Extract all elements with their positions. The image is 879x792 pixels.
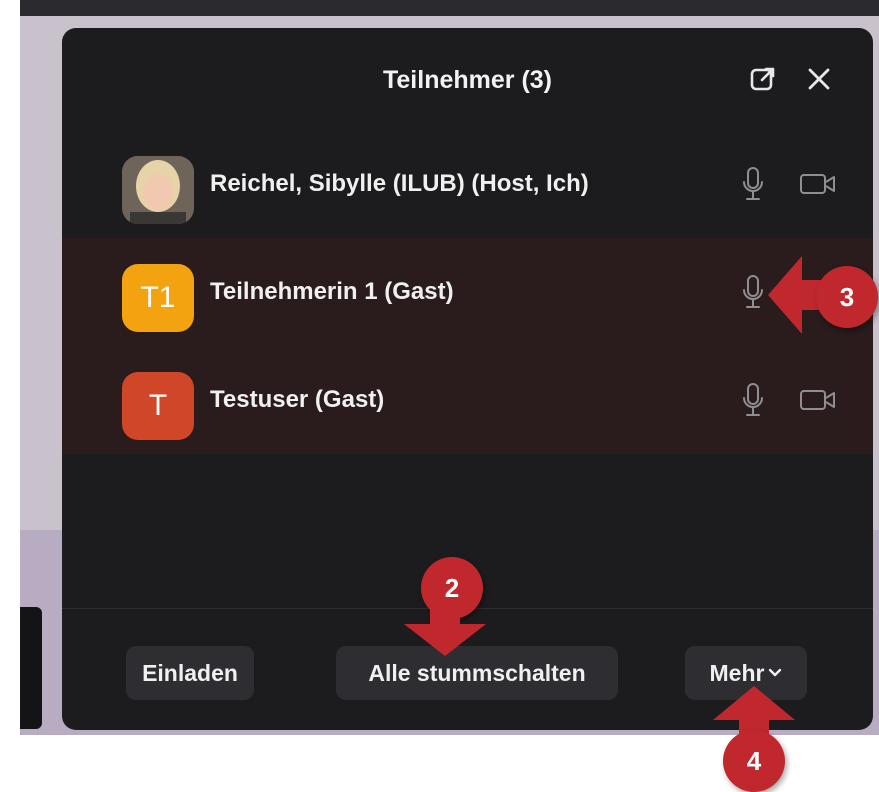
mic-icon: [743, 383, 763, 416]
mute-toggle[interactable]: [740, 380, 766, 420]
mute-all-label: Alle stummschalten: [368, 659, 586, 686]
popout-icon: [750, 67, 775, 91]
video-toggle[interactable]: [798, 385, 838, 415]
popout-button[interactable]: [746, 62, 780, 96]
avatar-photo: [122, 156, 194, 224]
more-label: Mehr: [709, 659, 765, 686]
callout-badge-3: 3: [816, 266, 878, 328]
participant-row[interactable]: T1 Teilnehmerin 1 (Gast): [62, 238, 873, 346]
avatar: T1: [122, 264, 194, 332]
callout-badge-4: 4: [723, 730, 785, 792]
participant-name: Teilnehmerin 1 (Gast): [210, 278, 454, 305]
participant-row[interactable]: Reichel, Sibylle (ILUB) (Host, Ich): [62, 130, 873, 238]
invite-button[interactable]: Einladen: [126, 646, 254, 700]
top-bar: [20, 0, 879, 16]
video-toggle[interactable]: [798, 169, 838, 199]
mute-toggle[interactable]: [740, 164, 766, 204]
callout-arrow-down: [404, 598, 486, 656]
video-icon: [800, 390, 835, 410]
participant-row[interactable]: T Testuser (Gast): [62, 346, 873, 454]
participant-name: Testuser (Gast): [210, 386, 385, 413]
background-toolbar-edge: [20, 607, 42, 729]
mic-icon: [743, 275, 763, 308]
chevron-down-icon: [769, 668, 782, 677]
mute-toggle[interactable]: [740, 272, 766, 312]
avatar: T: [122, 372, 194, 440]
participant-name: Reichel, Sibylle (ILUB) (Host, Ich): [210, 170, 589, 197]
video-icon: [800, 174, 835, 194]
invite-label: Einladen: [142, 659, 238, 686]
mic-icon: [743, 167, 763, 200]
close-icon: [808, 68, 830, 90]
avatar: [122, 156, 194, 224]
close-button[interactable]: [802, 62, 836, 96]
